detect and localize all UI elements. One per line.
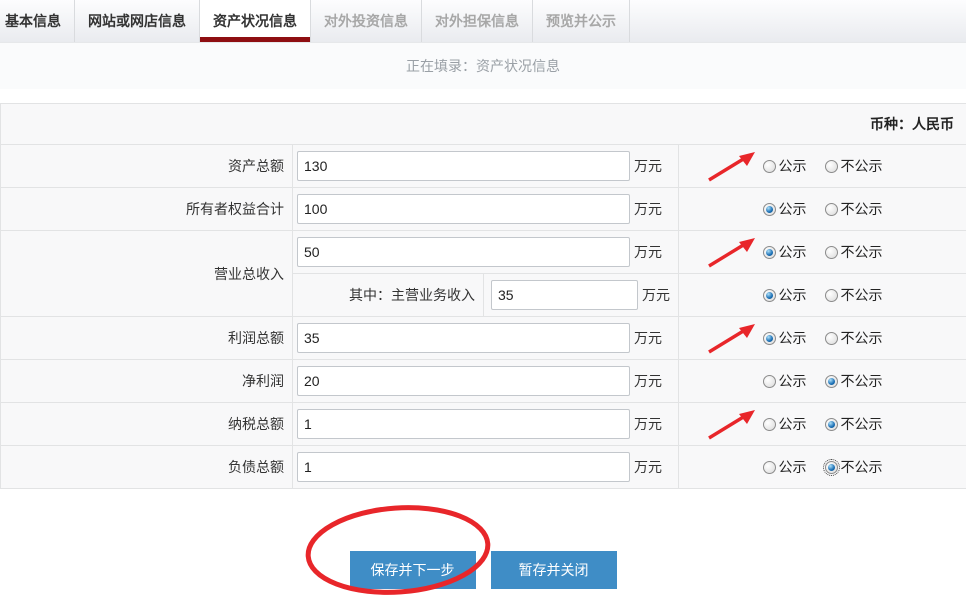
total-liabilities-input[interactable] (297, 452, 630, 482)
unit-label: 万元 (634, 457, 662, 477)
field-label-total-profit: 利润总额 (1, 317, 293, 360)
save-and-close-button[interactable]: 暂存并关闭 (491, 551, 617, 589)
currency-header: 币种：人民币 (1, 104, 966, 145)
field-label-main-business-income: 其中：主营业务收入 (293, 274, 484, 316)
publicity-radio-group: 公示 不公示 (679, 188, 966, 230)
radio-public-label[interactable]: 公示 (779, 328, 807, 348)
publicity-radio-group: 公示 不公示 (679, 360, 966, 402)
radio-private[interactable] (825, 246, 838, 259)
unit-label: 万元 (634, 156, 662, 176)
field-label-total-liabilities: 负债总额 (1, 446, 293, 489)
total-assets-input[interactable] (297, 151, 630, 181)
radio-private[interactable] (825, 375, 838, 388)
main-business-income-input[interactable] (491, 280, 638, 310)
radio-public-label[interactable]: 公示 (779, 199, 807, 219)
unit-label: 万元 (642, 285, 670, 305)
radio-public[interactable] (763, 246, 776, 259)
radio-private-label[interactable]: 不公示 (841, 285, 883, 305)
table-row: 纳税总额 万元 公示 不公示 (1, 403, 966, 446)
publicity-cell: 公示 不公示 (679, 231, 966, 274)
radio-private-label[interactable]: 不公示 (841, 371, 883, 391)
tab-website-info[interactable]: 网站或网店信息 (75, 0, 200, 42)
radio-private[interactable] (825, 203, 838, 216)
tab-preview-publicize: 预览并公示 (533, 0, 630, 42)
radio-public[interactable] (763, 160, 776, 173)
radio-private[interactable] (825, 160, 838, 173)
radio-private[interactable] (825, 289, 838, 302)
owner-equity-input[interactable] (297, 194, 630, 224)
table-row: 净利润 万元 公示 不公示 (1, 360, 966, 403)
table-header-row: 币种：人民币 (1, 104, 966, 145)
publicity-cell: 公示 不公示 (679, 317, 966, 360)
publicity-cell: 公示 不公示 (679, 446, 966, 489)
unit-label: 万元 (634, 371, 662, 391)
total-tax-input[interactable] (297, 409, 630, 439)
field-label-net-profit: 净利润 (1, 360, 293, 403)
radio-public-label[interactable]: 公示 (779, 371, 807, 391)
publicity-radio-group: 公示 不公示 (679, 403, 966, 445)
unit-label: 万元 (634, 199, 662, 219)
field-label-owner-equity: 所有者权益合计 (1, 188, 293, 231)
field-label-total-tax: 纳税总额 (1, 403, 293, 446)
radio-public-label[interactable]: 公示 (779, 156, 807, 176)
radio-private-label[interactable]: 不公示 (841, 457, 883, 477)
total-revenue-input[interactable] (297, 237, 630, 267)
radio-private[interactable] (825, 332, 838, 345)
radio-private[interactable] (825, 418, 838, 431)
current-section-text: 正在填录：资产状况信息 (406, 56, 560, 76)
tab-external-investment-info: 对外投资信息 (311, 0, 422, 42)
publicity-cell: 公示 不公示 (679, 360, 966, 403)
asset-form-table: 币种：人民币 资产总额 万元 公示 不公示 所有者权益合计 万元 (0, 103, 966, 489)
publicity-radio-group: 公示 不公示 (679, 231, 966, 273)
radio-private-label[interactable]: 不公示 (841, 199, 883, 219)
table-row: 资产总额 万元 公示 不公示 (1, 145, 966, 188)
radio-private-label[interactable]: 不公示 (841, 328, 883, 348)
table-row: 所有者权益合计 万元 公示 不公示 (1, 188, 966, 231)
radio-public[interactable] (763, 418, 776, 431)
total-profit-input[interactable] (297, 323, 630, 353)
publicity-cell: 公示 不公示 (679, 403, 966, 446)
tab-basic-info[interactable]: 基本信息 (0, 0, 75, 42)
table-row: 利润总额 万元 公示 不公示 (1, 317, 966, 360)
radio-private-label[interactable]: 不公示 (841, 242, 883, 262)
radio-public[interactable] (763, 375, 776, 388)
radio-public-label[interactable]: 公示 (779, 457, 807, 477)
publicity-radio-group: 公示 不公示 (679, 317, 966, 359)
radio-public[interactable] (763, 332, 776, 345)
radio-public-label[interactable]: 公示 (779, 285, 807, 305)
radio-public-label[interactable]: 公示 (779, 414, 807, 434)
radio-private-label[interactable]: 不公示 (841, 414, 883, 434)
publicity-cell: 公示 不公示 (679, 188, 966, 231)
publicity-cell: 公示 不公示 (679, 274, 966, 317)
net-profit-input[interactable] (297, 366, 630, 396)
save-and-next-button[interactable]: 保存并下一步 (350, 551, 476, 589)
unit-label: 万元 (634, 242, 662, 262)
tab-external-guarantee-info: 对外担保信息 (422, 0, 533, 42)
table-row: 营业总收入 万元 公示 不公示 (1, 231, 966, 274)
radio-private-label[interactable]: 不公示 (841, 156, 883, 176)
field-label-total-assets: 资产总额 (1, 145, 293, 188)
radio-public-label[interactable]: 公示 (779, 242, 807, 262)
unit-label: 万元 (634, 328, 662, 348)
action-button-row: 保存并下一步 暂存并关闭 (0, 551, 966, 589)
radio-public[interactable] (763, 289, 776, 302)
radio-public[interactable] (763, 203, 776, 216)
publicity-cell: 公示 不公示 (679, 145, 966, 188)
radio-public[interactable] (763, 461, 776, 474)
radio-private[interactable] (825, 461, 838, 474)
field-label-total-revenue: 营业总收入 (1, 231, 293, 317)
tab-bar: 基本信息 网站或网店信息 资产状况信息 对外投资信息 对外担保信息 预览并公示 (0, 0, 966, 43)
unit-label: 万元 (634, 414, 662, 434)
publicity-radio-group: 公示 不公示 (679, 274, 966, 316)
publicity-radio-group: 公示 不公示 (679, 446, 966, 488)
tab-asset-status-info[interactable]: 资产状况信息 (200, 0, 311, 42)
subtitle-bar: 正在填录：资产状况信息 (0, 43, 966, 89)
table-row: 负债总额 万元 公示 不公示 (1, 446, 966, 489)
publicity-radio-group: 公示 不公示 (679, 145, 966, 187)
